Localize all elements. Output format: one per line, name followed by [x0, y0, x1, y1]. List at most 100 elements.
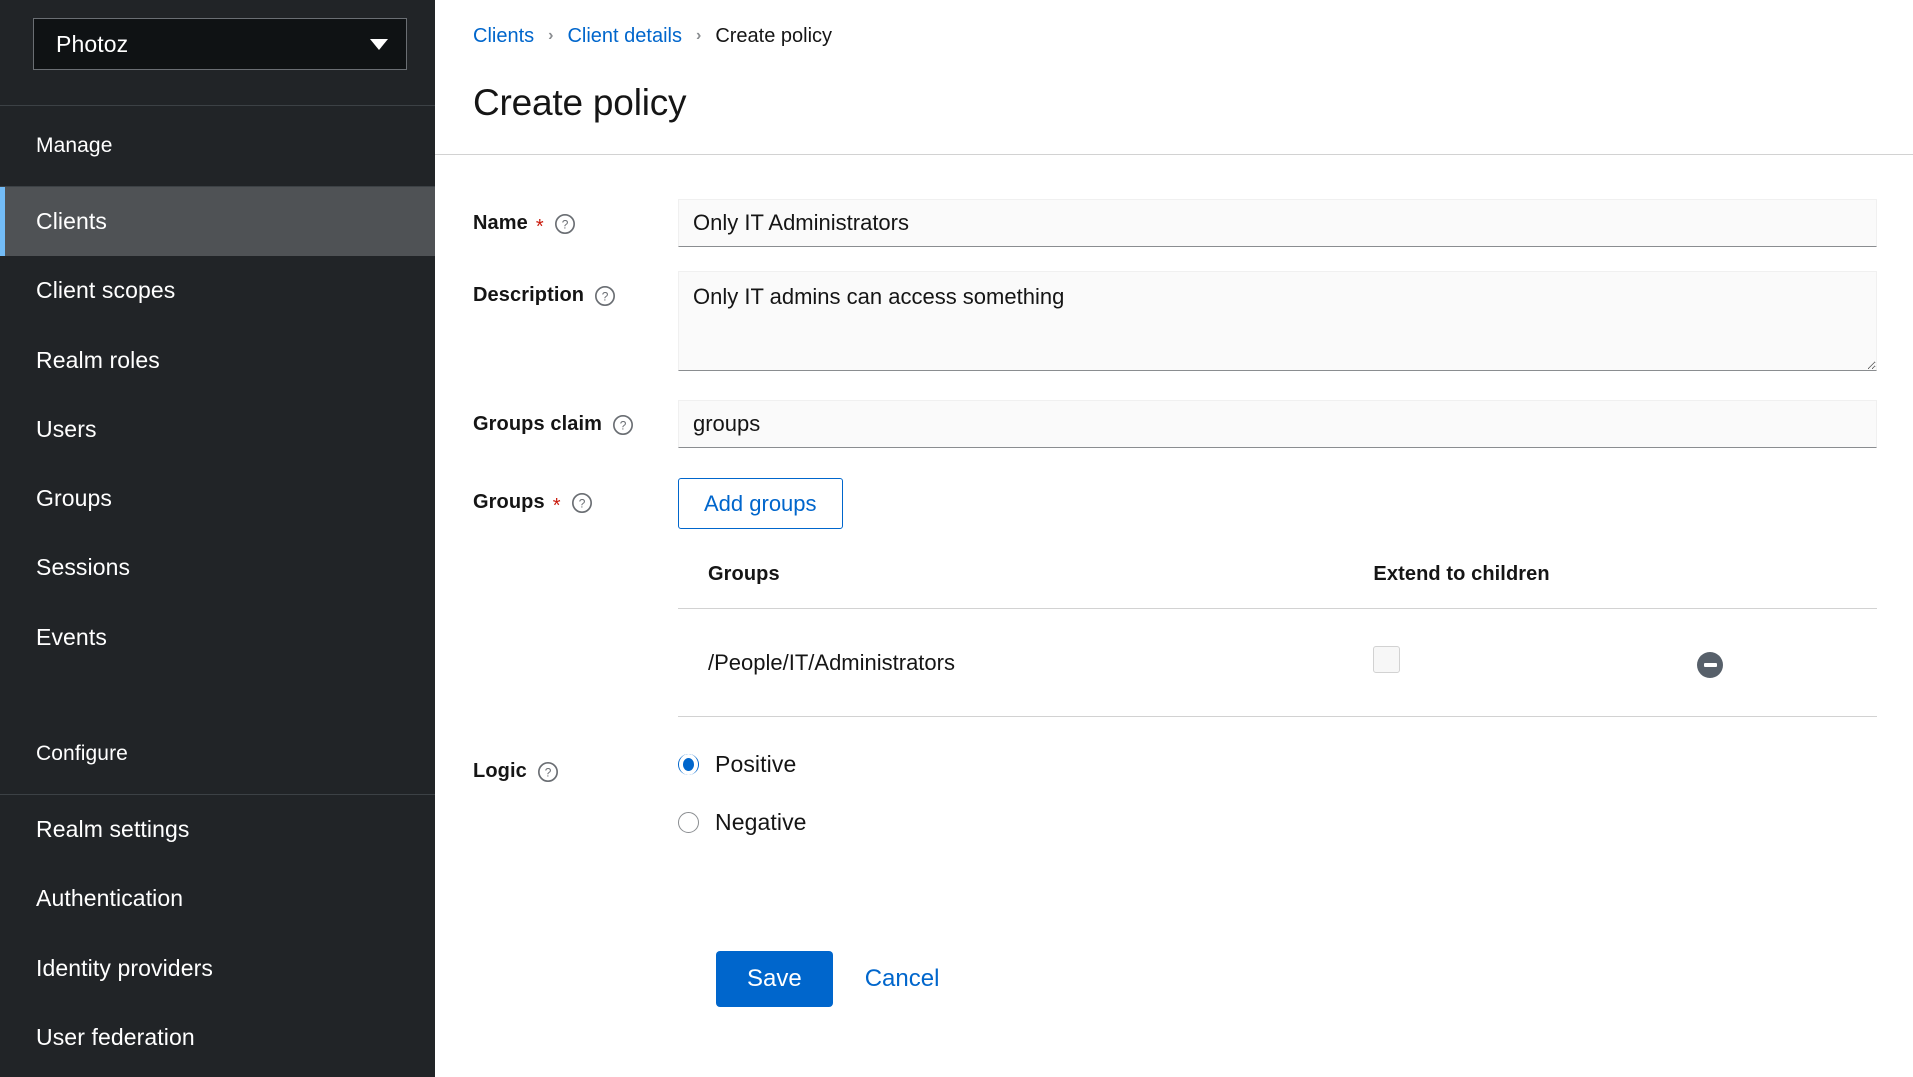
realm-selector[interactable]: Photoz [33, 18, 407, 70]
sidebar-item-label: Authentication [36, 885, 183, 911]
sidebar-item-users[interactable]: Users [0, 395, 435, 464]
help-circle-icon[interactable]: ? [612, 414, 634, 436]
radio-positive-indicator[interactable] [678, 754, 699, 775]
name-input[interactable] [678, 199, 1877, 247]
sidebar-item-label: Identity providers [36, 955, 213, 981]
create-policy-form: Name * ? Description [435, 155, 1913, 1007]
groups-claim-label-cell: Groups claim ? [435, 400, 678, 436]
logic-label-cell: Logic ? [435, 747, 678, 783]
sidebar-item-label: Users [36, 416, 97, 442]
form-spacer [435, 717, 1913, 747]
sidebar-navigation: Photoz Manage Clients Client scopes Real… [0, 0, 435, 1077]
form-spacer [435, 376, 1913, 400]
breadcrumb-item-clients[interactable]: Clients [473, 25, 534, 48]
help-circle-icon[interactable]: ? [554, 213, 576, 235]
svg-text:?: ? [561, 217, 568, 231]
sidebar-item-realm-roles[interactable]: Realm roles [0, 326, 435, 395]
svg-text:?: ? [602, 289, 609, 303]
logic-label: Logic [473, 760, 527, 783]
sidebar-item-events[interactable]: Events [0, 603, 435, 672]
logic-field-cell: Positive Negative [678, 747, 1913, 867]
column-header-extend-to-children: Extend to children [1373, 563, 1697, 609]
groups-table: Groups Extend to children /People/IT/Adm… [678, 563, 1877, 717]
sidebar-item-label: Client scopes [36, 277, 175, 303]
column-header-groups: Groups [678, 563, 1373, 609]
sidebar-item-label: Realm roles [36, 347, 160, 373]
sidebar-spacer [0, 672, 435, 714]
sidebar-item-label: Events [36, 624, 107, 650]
groups-claim-input[interactable] [678, 400, 1877, 448]
sidebar-item-label: Realm settings [36, 816, 190, 842]
form-row-description: Description ? Only IT admins can access … [435, 271, 1913, 376]
cancel-button[interactable]: Cancel [847, 951, 958, 1007]
sidebar-section-title-manage: Manage [0, 106, 435, 186]
breadcrumb: Clients › Client details › Create policy [473, 22, 1913, 50]
add-groups-button[interactable]: Add groups [678, 478, 843, 529]
groups-table-header-row: Groups Extend to children [678, 563, 1877, 609]
required-marker: * [536, 217, 544, 237]
sidebar-item-sessions[interactable]: Sessions [0, 533, 435, 602]
logic-option-label: Positive [715, 751, 796, 778]
breadcrumb-item-create-policy: Create policy [715, 25, 832, 48]
breadcrumb-separator-icon: › [682, 28, 715, 44]
form-actions: Save Cancel [435, 951, 1913, 1007]
name-label-cell: Name * ? [435, 199, 678, 235]
sidebar-item-identity-providers[interactable]: Identity providers [0, 934, 435, 1003]
sidebar-item-authentication[interactable]: Authentication [0, 864, 435, 933]
row-action-cell [1697, 609, 1877, 717]
description-label: Description [473, 284, 584, 307]
groups-claim-label: Groups claim [473, 413, 602, 436]
page-header: Clients › Client details › Create policy… [435, 0, 1913, 124]
radio-negative-indicator[interactable] [678, 812, 699, 833]
breadcrumb-item-client-details[interactable]: Client details [567, 25, 682, 48]
form-row-logic: Logic ? Positive [435, 747, 1913, 867]
sidebar-item-clients[interactable]: Clients [0, 187, 435, 256]
form-row-groups: Groups * ? Add groups Groups [435, 478, 1913, 717]
minus-circle-icon[interactable] [1697, 652, 1723, 678]
logic-radio-group: Positive Negative [678, 747, 1877, 836]
sidebar-item-label: Clients [36, 208, 107, 234]
logic-option-label: Negative [715, 809, 807, 836]
app-root: Photoz Manage Clients Client scopes Real… [0, 0, 1913, 1077]
page-title: Create policy [473, 82, 1913, 124]
sidebar-item-realm-settings[interactable]: Realm settings [0, 795, 435, 864]
description-label-cell: Description ? [435, 271, 678, 307]
groups-field-cell: Add groups Groups Extend to children /P [678, 478, 1913, 717]
sidebar-item-client-scopes[interactable]: Client scopes [0, 256, 435, 325]
extend-to-children-cell [1373, 609, 1697, 717]
main-content: Clients › Client details › Create policy… [435, 0, 1913, 1077]
description-field-cell: Only IT admins can access something [678, 271, 1913, 376]
group-path-cell: /People/IT/Administrators [678, 609, 1373, 717]
help-circle-icon[interactable]: ? [537, 761, 559, 783]
groups-label-cell: Groups * ? [435, 478, 678, 514]
groups-table-body: /People/IT/Administrators [678, 609, 1877, 717]
breadcrumb-separator-icon: › [534, 28, 567, 44]
sidebar-item-label: Groups [36, 485, 112, 511]
sidebar-item-groups[interactable]: Groups [0, 464, 435, 533]
extend-to-children-checkbox[interactable] [1373, 646, 1400, 673]
help-circle-icon[interactable]: ? [594, 285, 616, 307]
name-field-cell [678, 199, 1913, 247]
description-textarea[interactable]: Only IT admins can access something [678, 271, 1877, 371]
help-circle-icon[interactable]: ? [571, 492, 593, 514]
sidebar-item-user-federation[interactable]: User federation [0, 1003, 435, 1072]
form-row-name: Name * ? [435, 199, 1913, 247]
sidebar-item-label: Sessions [36, 554, 130, 580]
logic-option-positive[interactable]: Positive [678, 751, 1877, 778]
form-spacer [435, 448, 1913, 478]
minus-glyph [1704, 663, 1717, 667]
groups-label: Groups [473, 491, 545, 514]
save-button[interactable]: Save [716, 951, 833, 1007]
chevron-down-icon [370, 39, 388, 50]
sidebar-item-label: User federation [36, 1024, 195, 1050]
realm-selector-container: Photoz [0, 0, 435, 105]
name-label: Name [473, 212, 528, 235]
required-marker: * [553, 496, 561, 516]
groups-claim-field-cell [678, 400, 1913, 448]
svg-text:?: ? [578, 496, 585, 510]
form-row-groups-claim: Groups claim ? [435, 400, 1913, 448]
form-spacer [435, 247, 1913, 271]
column-header-actions [1697, 563, 1877, 609]
realm-selector-value: Photoz [56, 31, 128, 58]
logic-option-negative[interactable]: Negative [678, 809, 1877, 836]
